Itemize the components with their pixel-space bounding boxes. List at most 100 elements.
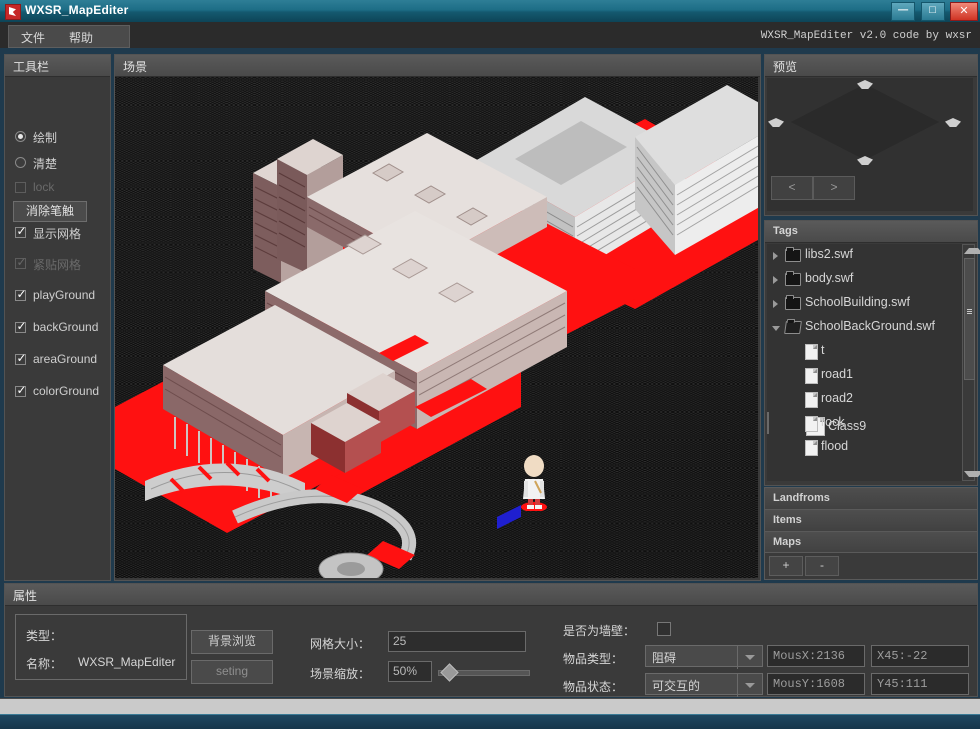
- scrollbar-thumb[interactable]: [964, 258, 975, 380]
- app-icon: [5, 4, 21, 20]
- menu-item-file[interactable]: 文件: [21, 29, 45, 46]
- radio-clear-icon[interactable]: [15, 157, 26, 168]
- object-info-box: 类型： 名称： WXSR_MapEditer: [15, 614, 187, 680]
- tree-item-flood[interactable]: flood: [767, 436, 962, 460]
- grid-size-label: 网格大小：: [310, 637, 371, 651]
- scene-zoom-label: 场景缩放：: [310, 667, 371, 681]
- scene-header: 场景: [115, 55, 760, 77]
- title-bar: WXSR_MapEditer ─ □ ✕: [0, 0, 980, 23]
- toolbar-option-label: 清楚: [33, 157, 58, 171]
- y45-value: Y45:111: [877, 677, 928, 691]
- item-state-label: 物品状态：: [563, 680, 624, 694]
- tree-item-body[interactable]: body.swf: [767, 268, 962, 292]
- preview-handle-bottom-icon[interactable]: [857, 156, 873, 165]
- properties-body: 类型： 名称： WXSR_MapEditer 背景浏览 seting 网格大小：…: [5, 606, 977, 697]
- layer-label: areaGround: [33, 352, 98, 366]
- map-actions-bar: + -: [764, 552, 978, 580]
- tree-item-t[interactable]: t: [767, 340, 962, 364]
- menu-item-help[interactable]: 帮助: [69, 29, 93, 46]
- checkbox-snap-grid-icon[interactable]: [15, 255, 27, 269]
- character-sprite: [519, 455, 549, 512]
- checkbox-show-grid-icon[interactable]: [15, 224, 27, 238]
- tree-item-label: SchoolBackGround.swf: [805, 319, 935, 333]
- preview-map-shape: [791, 84, 939, 160]
- scene-zoom-slider-thumb[interactable]: [440, 663, 459, 682]
- name-label: 名称：: [26, 657, 63, 671]
- chevron-right-icon[interactable]: [773, 300, 778, 308]
- y45-readout: Y45:111: [871, 673, 969, 695]
- scroll-down-arrow-icon[interactable]: [964, 471, 980, 477]
- file-icon: [805, 416, 818, 432]
- tree-item-label: libs2.swf: [805, 247, 853, 261]
- preview-header: 预览: [765, 55, 977, 77]
- toolbar-option-label: 绘制: [33, 131, 58, 145]
- is-wall-checkbox[interactable]: [657, 622, 671, 636]
- chevron-down-icon[interactable]: [772, 326, 780, 335]
- properties-header: 属性: [5, 584, 977, 606]
- folder-icon: [785, 295, 801, 310]
- preview-next-button[interactable]: >: [813, 176, 855, 200]
- tree-item-label: road2: [821, 391, 853, 405]
- tree-item-road1[interactable]: road1: [767, 364, 962, 388]
- preview-handle-right-icon[interactable]: [945, 118, 961, 127]
- tree-item-road2[interactable]: road2: [767, 388, 962, 412]
- scroll-up-arrow-icon[interactable]: [964, 248, 980, 254]
- clear-stroke-button[interactable]: 消除笔触: [13, 201, 87, 222]
- scene-geometry: [115, 85, 758, 578]
- tags-scrollbar[interactable]: [962, 244, 980, 481]
- layer-label: 紧贴网格: [33, 258, 82, 272]
- os-taskbar[interactable]: [0, 714, 980, 729]
- maximize-button[interactable]: □: [920, 2, 945, 21]
- scene-canvas[interactable]: [115, 77, 758, 578]
- checkbox-areaground-icon[interactable]: [15, 351, 27, 365]
- chevron-down-icon[interactable]: [737, 646, 762, 669]
- file-icon: [805, 440, 818, 456]
- type-label: 类型：: [26, 629, 63, 643]
- checkbox-lock-icon[interactable]: [15, 182, 26, 193]
- background-browse-button[interactable]: 背景浏览: [191, 630, 273, 654]
- remove-map-button[interactable]: -: [805, 556, 839, 576]
- tree-item-label: body.swf: [805, 271, 854, 285]
- tags-header: Tags: [765, 221, 977, 243]
- close-button[interactable]: ✕: [950, 2, 978, 21]
- preview-canvas[interactable]: < >: [767, 78, 973, 211]
- item-type-select[interactable]: 阻碍: [645, 645, 763, 669]
- chevron-down-icon[interactable]: [737, 674, 762, 697]
- tree-item-rock[interactable]: rock: [767, 412, 962, 436]
- checkbox-playground-icon[interactable]: [15, 287, 27, 301]
- preview-prev-button[interactable]: <: [771, 176, 813, 200]
- checkbox-colorground-icon[interactable]: [15, 383, 27, 397]
- tree-item-label: rock: [821, 415, 845, 429]
- chevron-right-icon[interactable]: [773, 276, 778, 284]
- file-icon: [805, 392, 818, 408]
- preview-title: 预览: [773, 60, 798, 74]
- chevron-right-icon[interactable]: [773, 252, 778, 260]
- accordion-maps[interactable]: Maps: [764, 531, 978, 554]
- tree-item-label: SchoolBuilding.swf: [805, 295, 910, 309]
- toolbar-title: 工具栏: [13, 60, 50, 74]
- accordion-landfroms[interactable]: Landfroms: [764, 487, 978, 510]
- is-wall-label: 是否为墙壁：: [563, 624, 636, 638]
- preview-handle-left-icon[interactable]: [768, 118, 784, 127]
- radio-draw-icon[interactable]: [15, 131, 26, 142]
- scene-zoom-input[interactable]: 50%: [388, 661, 432, 682]
- item-state-select[interactable]: 可交互的: [645, 673, 763, 697]
- tags-title: Tags: [773, 225, 798, 237]
- tags-tree[interactable]: libs2.swf body.swf SchoolBuilding.swf Sc…: [767, 244, 962, 481]
- tree-item-schoolbackground[interactable]: SchoolBackGround.swf: [767, 316, 962, 340]
- add-map-button[interactable]: +: [769, 556, 803, 576]
- close-icon: ✕: [959, 5, 969, 17]
- file-icon: [805, 344, 818, 360]
- grid-size-input[interactable]: 25: [388, 631, 526, 652]
- folder-open-icon: [784, 321, 802, 334]
- checkbox-background-icon[interactable]: [15, 319, 27, 333]
- setting-button[interactable]: seting: [191, 660, 273, 684]
- tree-item-schoolbuilding[interactable]: SchoolBuilding.swf: [767, 292, 962, 316]
- map-editor-window: WXSR_MapEditer ─ □ ✕ 文件 帮助 WXSR_MapEdite…: [0, 0, 980, 729]
- preview-panel: 预览 < >: [764, 54, 978, 216]
- tree-item-libs2[interactable]: libs2.swf: [767, 244, 962, 268]
- accordion-items[interactable]: Items: [764, 509, 978, 532]
- minimize-button[interactable]: ─: [891, 1, 916, 21]
- properties-title: 属性: [13, 589, 38, 603]
- file-icon: [805, 368, 818, 384]
